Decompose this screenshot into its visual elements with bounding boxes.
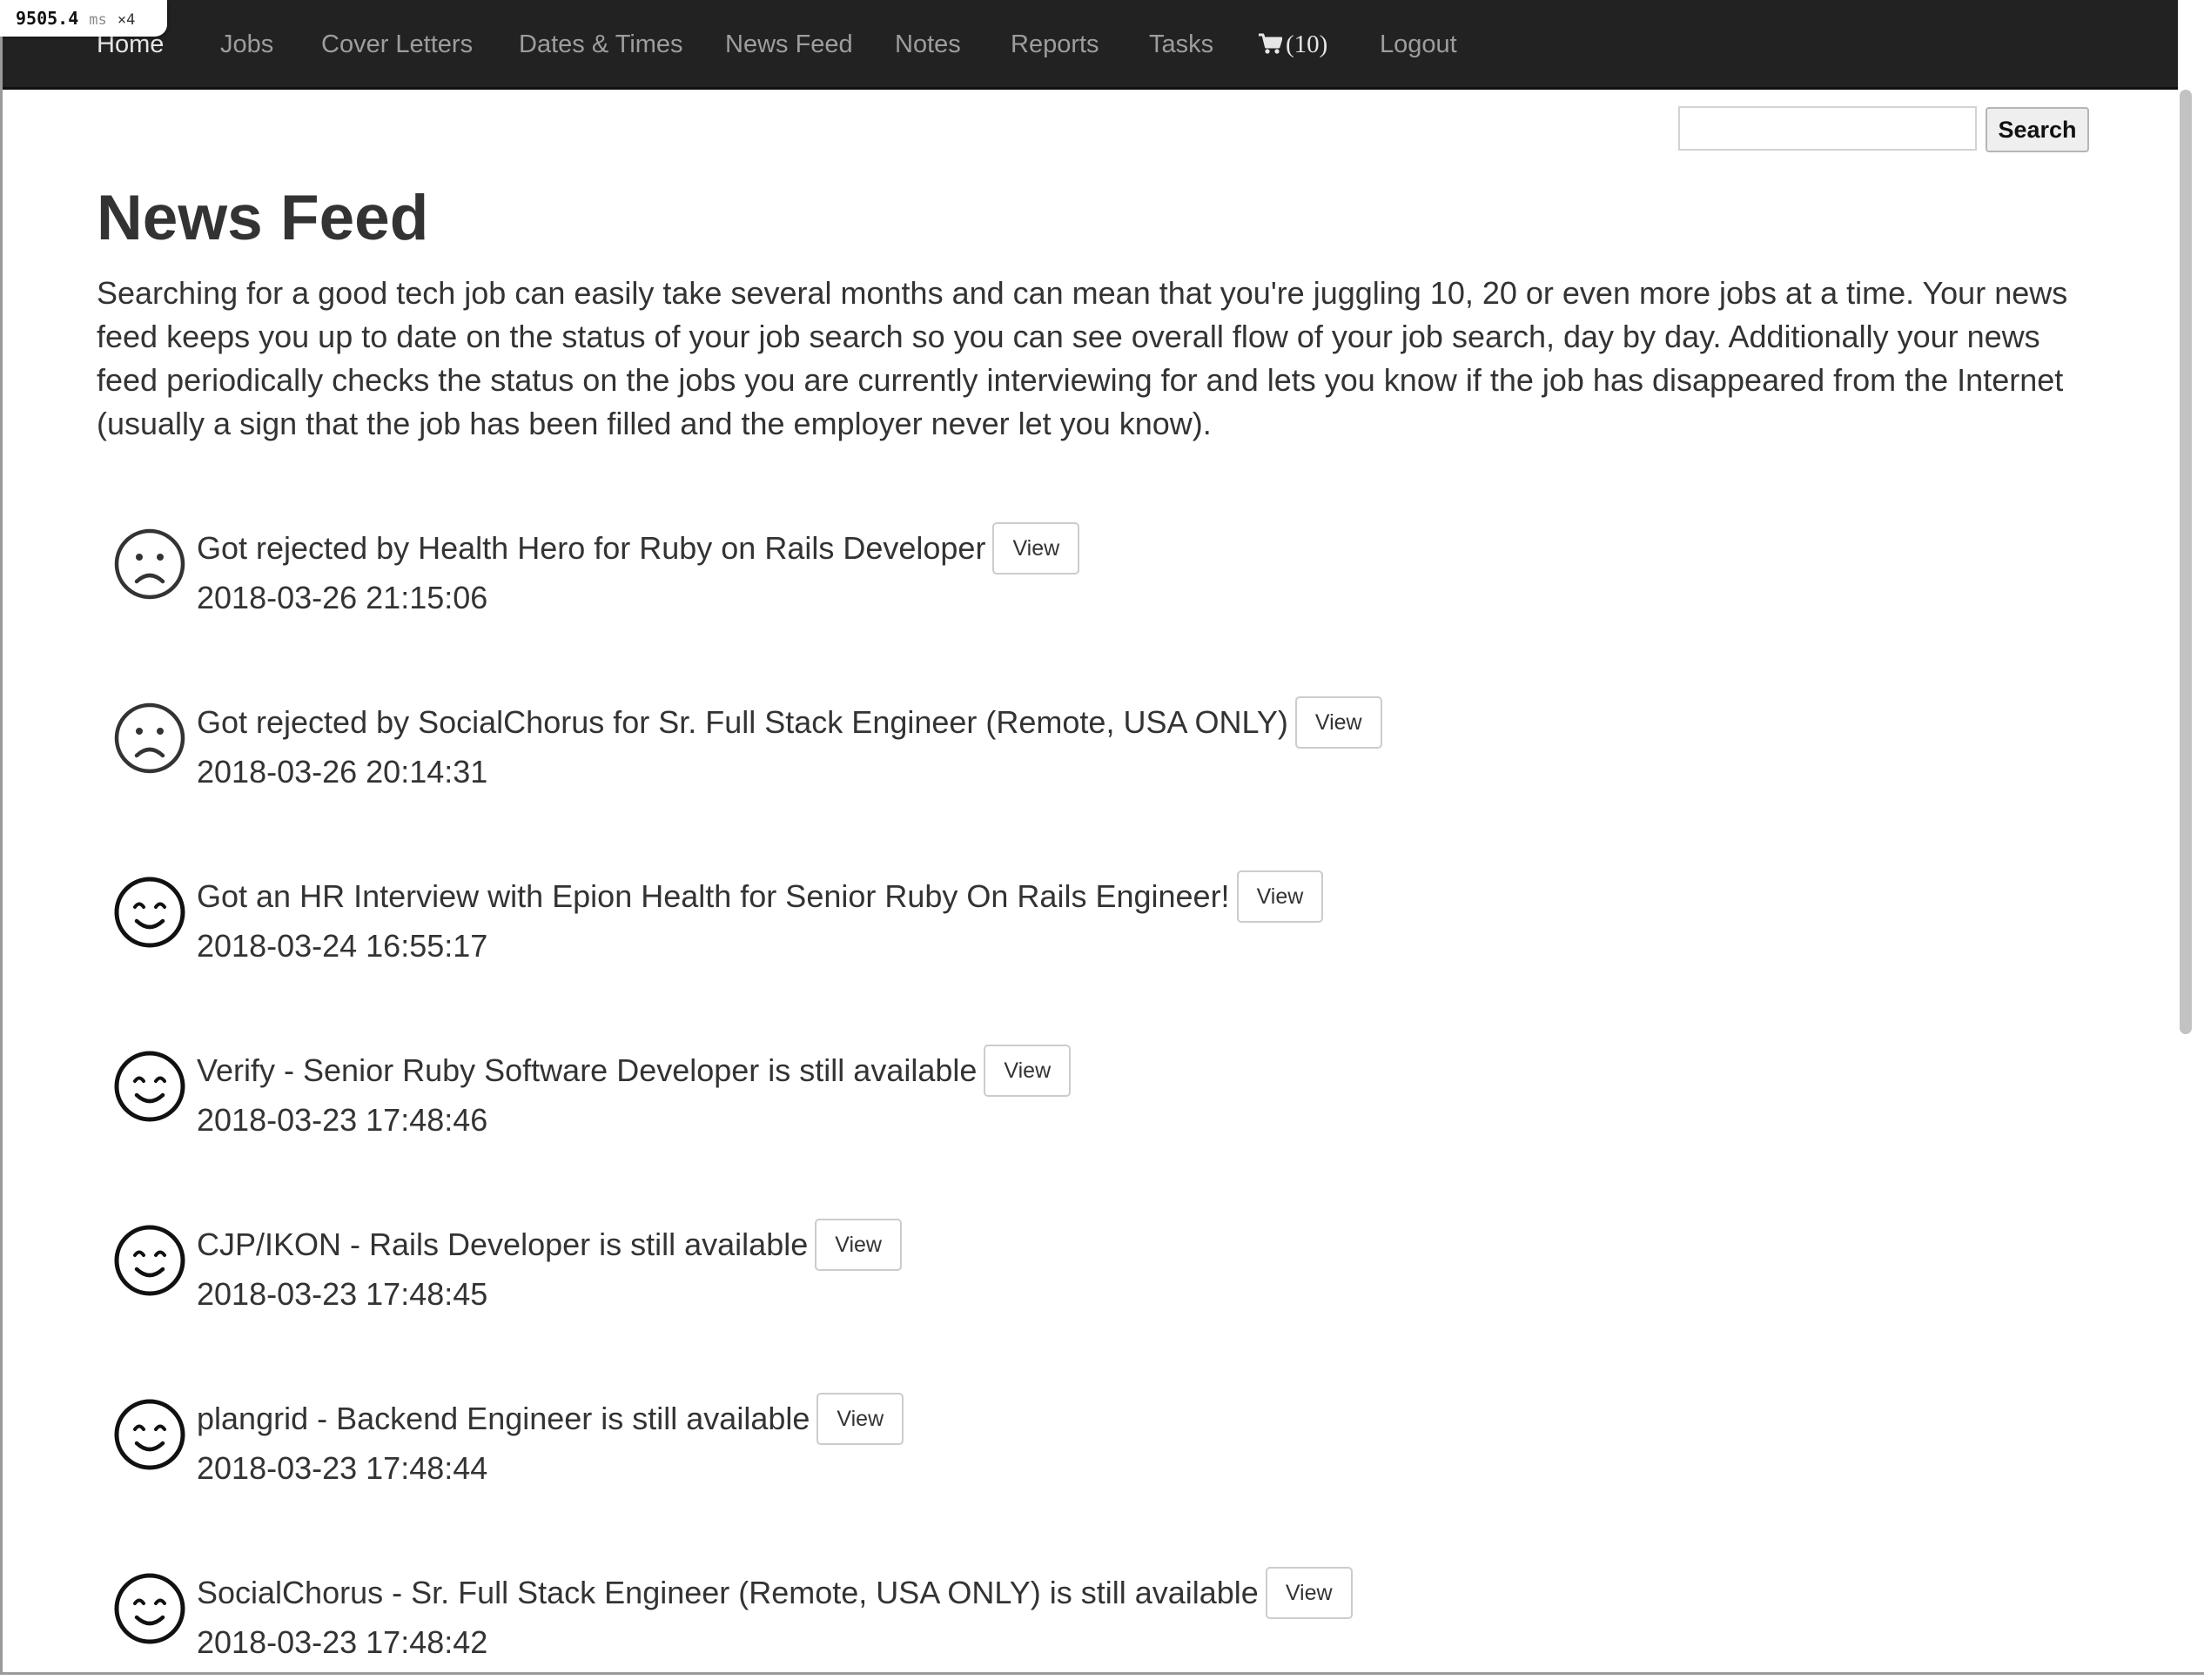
nav-item-cover-letters[interactable]: Cover Letters — [321, 27, 473, 62]
frown-face-icon — [113, 702, 186, 775]
view-button[interactable]: View — [984, 1045, 1072, 1097]
scrollbar-thumb[interactable] — [2180, 90, 2192, 1034]
cart-count: (10) — [1286, 30, 1328, 58]
feed-timestamp: 2018-03-23 17:48:44 — [197, 1450, 488, 1486]
feed-item: plangrid - Backend Engineer is still ava… — [113, 1393, 1506, 1506]
feed-item: Got an HR Interview with Epion Health fo… — [113, 870, 1506, 984]
nav-item-news-feed[interactable]: News Feed — [725, 27, 853, 62]
feed-timestamp: 2018-03-23 17:48:42 — [197, 1624, 488, 1660]
feed-timestamp: 2018-03-26 21:15:06 — [197, 580, 488, 615]
feed-message: CJP/IKON - Rails Developer is still avai… — [197, 1226, 809, 1262]
top-navbar: Home Jobs Cover Letters Dates & Times Ne… — [3, 0, 2178, 90]
feed-timestamp: 2018-03-23 17:48:46 — [197, 1102, 488, 1138]
nav-item-tasks[interactable]: Tasks — [1149, 27, 1213, 62]
smiley-face-icon — [113, 876, 186, 949]
performance-overlay: 9505.4 ms ×4 — [0, 0, 167, 37]
smiley-face-icon — [113, 1224, 186, 1297]
feed-message: Got an HR Interview with Epion Health fo… — [197, 878, 1230, 914]
nav-item-reports[interactable]: Reports — [1011, 27, 1099, 62]
feed-item: Verify - Senior Ruby Software Developer … — [113, 1045, 1506, 1158]
nav-item-dates-times[interactable]: Dates & Times — [519, 27, 683, 62]
smiley-face-icon — [113, 1050, 186, 1123]
feed-item: SocialChorus - Sr. Full Stack Engineer (… — [113, 1567, 1506, 1680]
feed-message: plangrid - Backend Engineer is still ava… — [197, 1401, 810, 1436]
nav-item-logout[interactable]: Logout — [1380, 27, 1457, 62]
feed-item: Got rejected by SocialChorus for Sr. Ful… — [113, 696, 1506, 810]
vertical-scrollbar[interactable] — [2176, 90, 2194, 1670]
view-button[interactable]: View — [1265, 1567, 1353, 1619]
feed-message: Verify - Senior Ruby Software Developer … — [197, 1052, 978, 1088]
feed-item: Got rejected by Health Hero for Ruby on … — [113, 522, 1506, 635]
view-button[interactable]: View — [1236, 870, 1324, 923]
feed-message: Got rejected by Health Hero for Ruby on … — [197, 530, 986, 566]
perf-multiplier: ×4 — [117, 11, 136, 29]
search-input[interactable] — [1678, 106, 1977, 151]
search-button[interactable]: Search — [1986, 107, 2089, 152]
nav-item-jobs[interactable]: Jobs — [220, 27, 273, 62]
feed-timestamp: 2018-03-24 16:55:17 — [197, 928, 488, 964]
perf-unit: ms — [89, 11, 107, 29]
shopping-cart-icon — [1258, 30, 1283, 64]
view-button[interactable]: View — [816, 1393, 904, 1445]
feed-item: CJP/IKON - Rails Developer is still avai… — [113, 1219, 1506, 1332]
smiley-face-icon — [113, 1398, 186, 1471]
frown-face-icon — [113, 528, 186, 601]
view-button[interactable]: View — [815, 1219, 902, 1271]
view-button[interactable]: View — [992, 522, 1080, 575]
smiley-face-icon — [113, 1572, 186, 1645]
intro-paragraph: Searching for a good tech job can easily… — [97, 275, 2068, 441]
feed-message: Got rejected by SocialChorus for Sr. Ful… — [197, 704, 1288, 740]
view-button[interactable]: View — [1294, 696, 1382, 749]
perf-value: 9505.4 — [16, 8, 79, 29]
feed-timestamp: 2018-03-23 17:48:45 — [197, 1276, 488, 1312]
nav-item-notes[interactable]: Notes — [895, 27, 961, 62]
feed-message: SocialChorus - Sr. Full Stack Engineer (… — [197, 1575, 1259, 1610]
nav-item-cart[interactable]: (10) — [1258, 27, 1327, 64]
page-title: News Feed — [97, 183, 429, 253]
feed-timestamp: 2018-03-26 20:14:31 — [197, 754, 488, 790]
